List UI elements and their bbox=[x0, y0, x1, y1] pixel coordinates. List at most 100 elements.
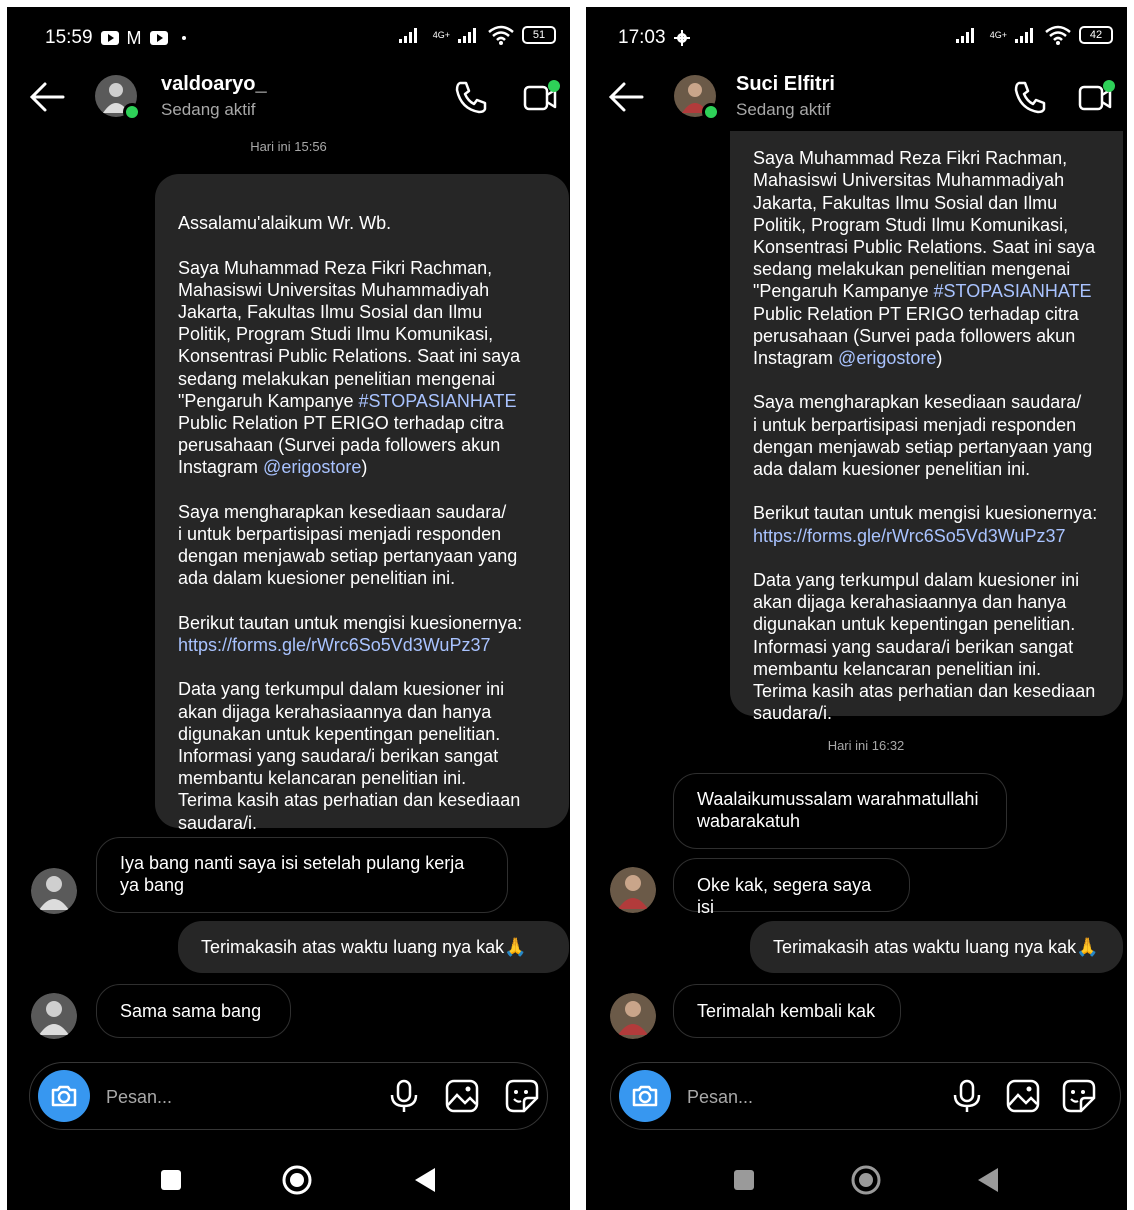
home-icon[interactable] bbox=[850, 1164, 882, 1196]
message-text: Berikut tautan untuk mengisi kuesionerny… bbox=[753, 503, 1098, 524]
avatar[interactable] bbox=[674, 75, 720, 121]
active-status-dot bbox=[702, 103, 720, 121]
microphone-icon[interactable] bbox=[949, 1078, 985, 1114]
status-time: 17:03 bbox=[618, 27, 666, 48]
contact-name[interactable]: valdoaryo_ bbox=[161, 73, 267, 96]
message-bubble-received[interactable]: Sama sama bang bbox=[96, 984, 291, 1038]
back-nav-icon[interactable] bbox=[972, 1164, 1004, 1196]
battery-indicator: 51 bbox=[522, 26, 556, 44]
avatar-image bbox=[31, 868, 77, 914]
sender-avatar[interactable] bbox=[31, 993, 77, 1039]
message-input[interactable] bbox=[685, 1081, 889, 1113]
video-call-icon[interactable] bbox=[521, 77, 561, 117]
contact-status: Sedang aktif bbox=[161, 100, 256, 119]
youtube-notification-icon bbox=[149, 31, 168, 45]
chat-screen-right: 17:03 4G+ 42 Suci Elfitri Sedang aktif S… bbox=[586, 7, 1127, 1210]
message-text: Terimalah kembali kak bbox=[697, 1001, 876, 1021]
camera-icon bbox=[51, 1085, 77, 1107]
gallery-icon[interactable] bbox=[444, 1078, 480, 1114]
message-text: Assalamu'alaikum Wr. Wb. bbox=[178, 213, 392, 234]
message-text: Data yang terkumpul dalam kuesioner ini … bbox=[753, 570, 1096, 724]
message-text: Terimakasih atas waktu luang nya kak🙏 bbox=[201, 937, 527, 957]
system-navigation-bar bbox=[7, 1150, 570, 1210]
sender-avatar[interactable] bbox=[610, 993, 656, 1039]
system-navigation-bar bbox=[586, 1150, 1127, 1210]
battery-indicator: 42 bbox=[1079, 26, 1113, 44]
video-call-icon[interactable] bbox=[1076, 77, 1116, 117]
chat-screen-left: 15:59 M 4G+ 51 valdoaryo_ Sedang aktif H… bbox=[7, 7, 570, 1210]
avatar-image bbox=[610, 993, 656, 1039]
message-text: Saya mengharapkan kesediaan saudara/ i u… bbox=[753, 392, 1093, 480]
signal-icon bbox=[1015, 28, 1033, 43]
status-time: 15:59 bbox=[45, 27, 93, 48]
status-bar: 15:59 M 4G+ 51 bbox=[7, 25, 570, 51]
contact-status: Sedang aktif bbox=[736, 100, 831, 119]
chat-header: valdoaryo_ Sedang aktif bbox=[7, 67, 570, 137]
message-text: Data yang terkumpul dalam kuesioner ini … bbox=[178, 679, 521, 833]
microphone-icon[interactable] bbox=[386, 1078, 422, 1114]
back-nav-icon[interactable] bbox=[409, 1164, 441, 1196]
network-type: 4G+ bbox=[432, 29, 450, 40]
gallery-icon[interactable] bbox=[1005, 1078, 1041, 1114]
hashtag-link[interactable]: #STOPASIANHATE bbox=[359, 391, 517, 411]
message-bubble-received[interactable]: Waalaikumussalam warahmatullahi wabaraka… bbox=[673, 773, 1007, 849]
youtube-notification-icon bbox=[100, 31, 119, 45]
back-arrow-icon[interactable] bbox=[27, 79, 67, 115]
message-timestamp: Hari ini 15:56 bbox=[250, 139, 327, 154]
active-status-dot bbox=[123, 103, 141, 121]
camera-button[interactable] bbox=[38, 1070, 90, 1122]
avatar-image bbox=[31, 993, 77, 1039]
mention-link[interactable]: @erigostore bbox=[263, 457, 361, 477]
mention-link[interactable]: @erigostore bbox=[838, 348, 936, 368]
message-bubble-received[interactable]: Oke kak, segera saya isi bbox=[673, 858, 910, 917]
message-composer bbox=[29, 1062, 548, 1130]
message-bubble-sent[interactable]: Saya Muhammad Reza Fikri Rachman, Mahasi… bbox=[730, 105, 1123, 723]
message-bubble-received[interactable]: Iya bang nanti saya isi setelah pulang k… bbox=[96, 837, 508, 913]
camera-button[interactable] bbox=[619, 1070, 671, 1122]
message-timestamp: Hari ini 16:32 bbox=[827, 738, 905, 753]
sticker-icon[interactable] bbox=[1061, 1078, 1097, 1114]
wifi-icon bbox=[488, 25, 514, 45]
message-text: Saya Muhammad Reza Fikri Rachman, Mahasi… bbox=[753, 148, 1096, 302]
chat-header-overlay: Suci Elfitri Sedang aktif bbox=[586, 67, 1127, 137]
message-text: ) bbox=[936, 348, 943, 369]
network-type: 4G+ bbox=[989, 29, 1007, 40]
message-text: Berikut tautan untuk mengisi kuesionerny… bbox=[178, 612, 523, 633]
home-icon[interactable] bbox=[281, 1164, 313, 1196]
sender-avatar[interactable] bbox=[610, 867, 656, 913]
more-notifications-icon bbox=[181, 36, 186, 40]
sticker-icon[interactable] bbox=[504, 1078, 540, 1114]
survey-link[interactable]: https://forms.gle/rWrc6So5Vd3WuPz37 bbox=[178, 635, 490, 655]
message-text: Saya mengharapkan kesediaan saudara/ i u… bbox=[178, 501, 518, 589]
sender-avatar[interactable] bbox=[31, 868, 77, 914]
message-bubble-sent[interactable]: Terimakasih atas waktu luang nya kak🙏 bbox=[178, 921, 569, 973]
signal-icon bbox=[398, 28, 417, 43]
gmail-notification-icon: M bbox=[126, 27, 142, 48]
avatar-image bbox=[610, 867, 656, 913]
status-bar: 17:03 4G+ 42 bbox=[586, 25, 1127, 51]
message-bubble-sent[interactable]: Terimakasih atas waktu luang nya kak🙏 bbox=[750, 921, 1123, 973]
message-text: ) bbox=[361, 457, 368, 478]
survey-link[interactable]: https://forms.gle/rWrc6So5Vd3WuPz37 bbox=[753, 526, 1065, 546]
message-input[interactable] bbox=[104, 1081, 308, 1113]
message-text: Sama sama bang bbox=[120, 1001, 262, 1021]
recent-apps-icon[interactable] bbox=[728, 1164, 760, 1196]
message-text: Saya Muhammad Reza Fikri Rachman, Mahasi… bbox=[178, 257, 521, 411]
message-bubble-received[interactable]: Terimalah kembali kak bbox=[673, 984, 901, 1038]
avatar[interactable] bbox=[95, 75, 141, 121]
message-text: Waalaikumussalam warahmatullahi wabaraka… bbox=[697, 789, 979, 832]
phone-call-icon[interactable] bbox=[1010, 77, 1050, 117]
message-composer bbox=[610, 1062, 1121, 1130]
contact-name[interactable]: Suci Elfitri bbox=[736, 73, 835, 96]
message-text: Terimakasih atas waktu luang nya kak🙏 bbox=[773, 937, 1099, 957]
camera-icon bbox=[632, 1085, 658, 1107]
message-text: Oke kak, segera saya isi bbox=[697, 875, 877, 918]
settings-gear-icon bbox=[673, 30, 690, 46]
recent-apps-icon[interactable] bbox=[155, 1164, 187, 1196]
wifi-icon bbox=[1045, 25, 1071, 45]
phone-call-icon[interactable] bbox=[451, 77, 491, 117]
hashtag-link[interactable]: #STOPASIANHATE bbox=[934, 281, 1092, 301]
message-bubble-sent[interactable]: Assalamu'alaikum Wr. Wb. Saya Muhammad R… bbox=[155, 174, 569, 833]
signal-icon bbox=[955, 28, 974, 43]
back-arrow-icon[interactable] bbox=[606, 79, 646, 115]
